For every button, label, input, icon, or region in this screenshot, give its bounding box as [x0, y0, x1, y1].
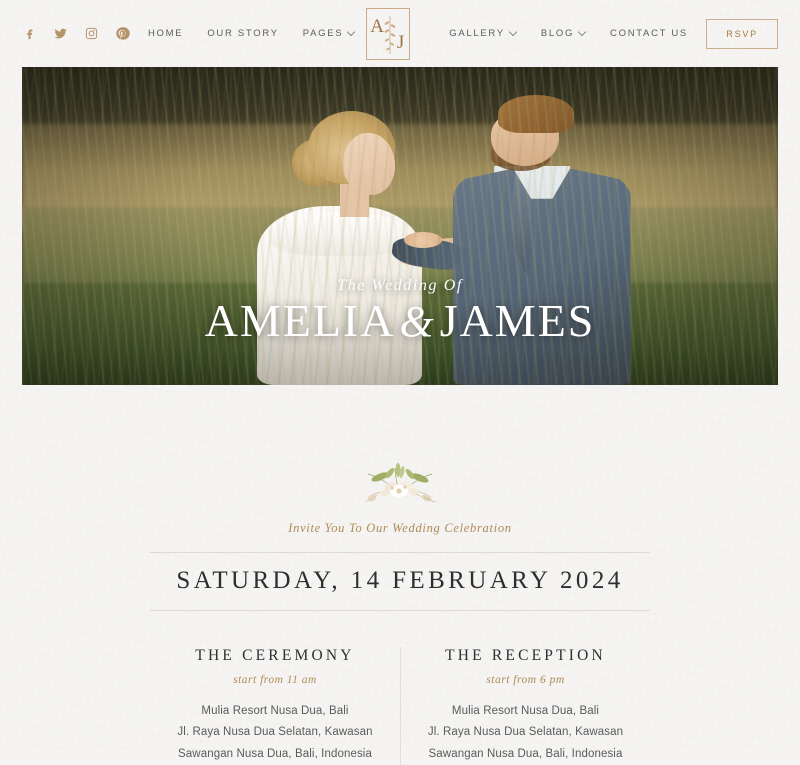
nav-item-label: CONTACT US [610, 28, 688, 39]
hero-couple-names: AMELIA&JAMES [22, 294, 778, 346]
nav-item-home[interactable]: HOME [148, 28, 183, 39]
hero-caption: The Wedding Of AMELIA&JAMES [22, 277, 778, 345]
nav-item-label: GALLERY [449, 28, 505, 39]
hero-ampersand: & [399, 296, 436, 346]
logo-frame: A J [366, 7, 411, 60]
nav-item-our-story[interactable]: OUR STORY [207, 28, 278, 39]
nav-item-pages[interactable]: PAGES [303, 28, 356, 39]
chevron-down-icon [579, 29, 586, 36]
event-address-line: Jl. Raya Nusa Dua Selatan, Kawasan [177, 726, 373, 739]
nav-item-gallery[interactable]: GALLERY [449, 28, 517, 39]
nav-item-label: OUR STORY [207, 28, 279, 39]
wedding-date-block: SATURDAY, 14 FEBRUARY 2024 [150, 552, 650, 611]
event-title: THE RECEPTION [445, 647, 606, 664]
hero-groom-name: JAMES [439, 294, 596, 346]
nav-item-contact-us[interactable]: CONTACT US [610, 28, 688, 39]
event-ceremony: THE CEREMONY start from 11 am Mulia Reso… [150, 647, 400, 765]
site-header: HOME OUR STORY PAGES A J GALLERY BLOG CO… [0, 0, 800, 67]
rsvp-button[interactable]: RSVP [706, 18, 778, 49]
floral-ornament-icon [348, 461, 452, 509]
chevron-down-icon [348, 29, 355, 36]
hero-pre-title: The Wedding Of [337, 276, 463, 294]
event-address-line: Sawangan Nusa Dua, Bali, Indonesia [428, 747, 623, 760]
invite-tagline: Invite You To Our Wedding Celebration [288, 521, 512, 535]
site-logo[interactable]: A J [355, 0, 421, 67]
nav-item-label: HOME [148, 28, 184, 39]
event-time: start from 11 am [233, 674, 317, 686]
facebook-icon[interactable] [22, 26, 37, 41]
hero-bride-name: AMELIA [204, 294, 396, 346]
chevron-down-icon [510, 29, 517, 36]
pinterest-icon[interactable] [115, 26, 130, 41]
twitter-icon[interactable] [53, 26, 68, 41]
hero-banner: The Wedding Of AMELIA&JAMES [22, 67, 778, 385]
event-title: THE CEREMONY [195, 647, 355, 664]
logo-initial-right: J [396, 31, 405, 53]
event-address-line: Mulia Resort Nusa Dua, Bali [451, 705, 600, 717]
invite-section: Invite You To Our Wedding Celebration SA… [0, 385, 800, 611]
nav-item-label: PAGES [302, 28, 344, 39]
primary-nav-right: GALLERY BLOG CONTACT US [421, 28, 688, 39]
rsvp-container: RSVP [688, 18, 778, 49]
instagram-icon[interactable] [84, 26, 99, 41]
event-reception: THE RECEPTION start from 6 pm Mulia Reso… [400, 647, 650, 765]
event-time: start from 6 pm [486, 674, 565, 686]
events-section: THE CEREMONY start from 11 am Mulia Reso… [0, 647, 800, 765]
social-links [22, 26, 130, 41]
event-address-line: Jl. Raya Nusa Dua Selatan, Kawasan [427, 726, 624, 739]
nav-item-label: BLOG [540, 28, 575, 39]
event-address-line: Sawangan Nusa Dua, Bali, Indonesia [178, 747, 372, 760]
event-address-line: Mulia Resort Nusa Dua, Bali [201, 705, 349, 717]
primary-nav-left: HOME OUR STORY PAGES [130, 28, 355, 39]
nav-item-blog[interactable]: BLOG [541, 28, 586, 39]
wedding-date: SATURDAY, 14 FEBRUARY 2024 [176, 567, 624, 594]
